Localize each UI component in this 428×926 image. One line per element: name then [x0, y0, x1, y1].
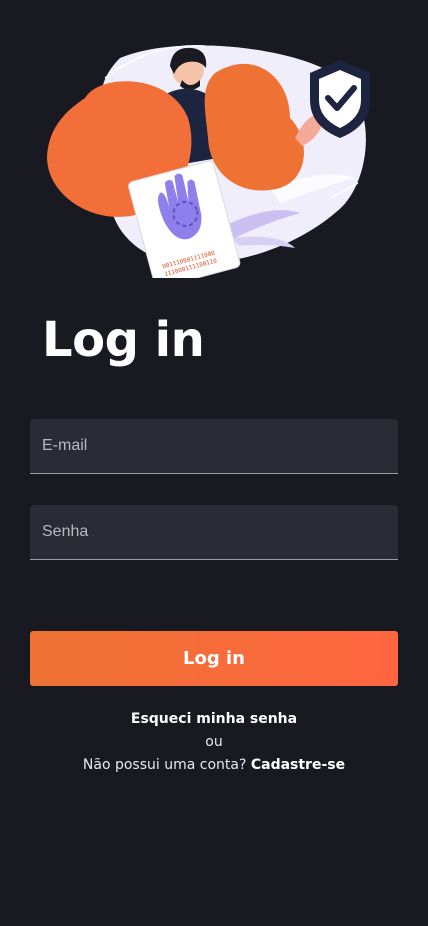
page-title: Log in [42, 312, 205, 368]
no-account-text: Não possui uma conta? [82, 757, 247, 773]
login-button[interactable]: Log in [30, 631, 398, 686]
signup-link[interactable]: Cadastre-se [251, 757, 345, 773]
separator-text: ou [205, 734, 223, 750]
email-input[interactable] [30, 419, 398, 473]
password-field[interactable] [30, 505, 398, 560]
email-field[interactable] [30, 419, 398, 474]
auth-links: Esqueci minha senha ou Não possui uma co… [0, 708, 428, 777]
forgot-password-link[interactable]: Esqueci minha senha [131, 711, 297, 727]
password-input[interactable] [30, 505, 398, 559]
security-illustration: 001110001111000 111000111100110 [47, 45, 370, 278]
